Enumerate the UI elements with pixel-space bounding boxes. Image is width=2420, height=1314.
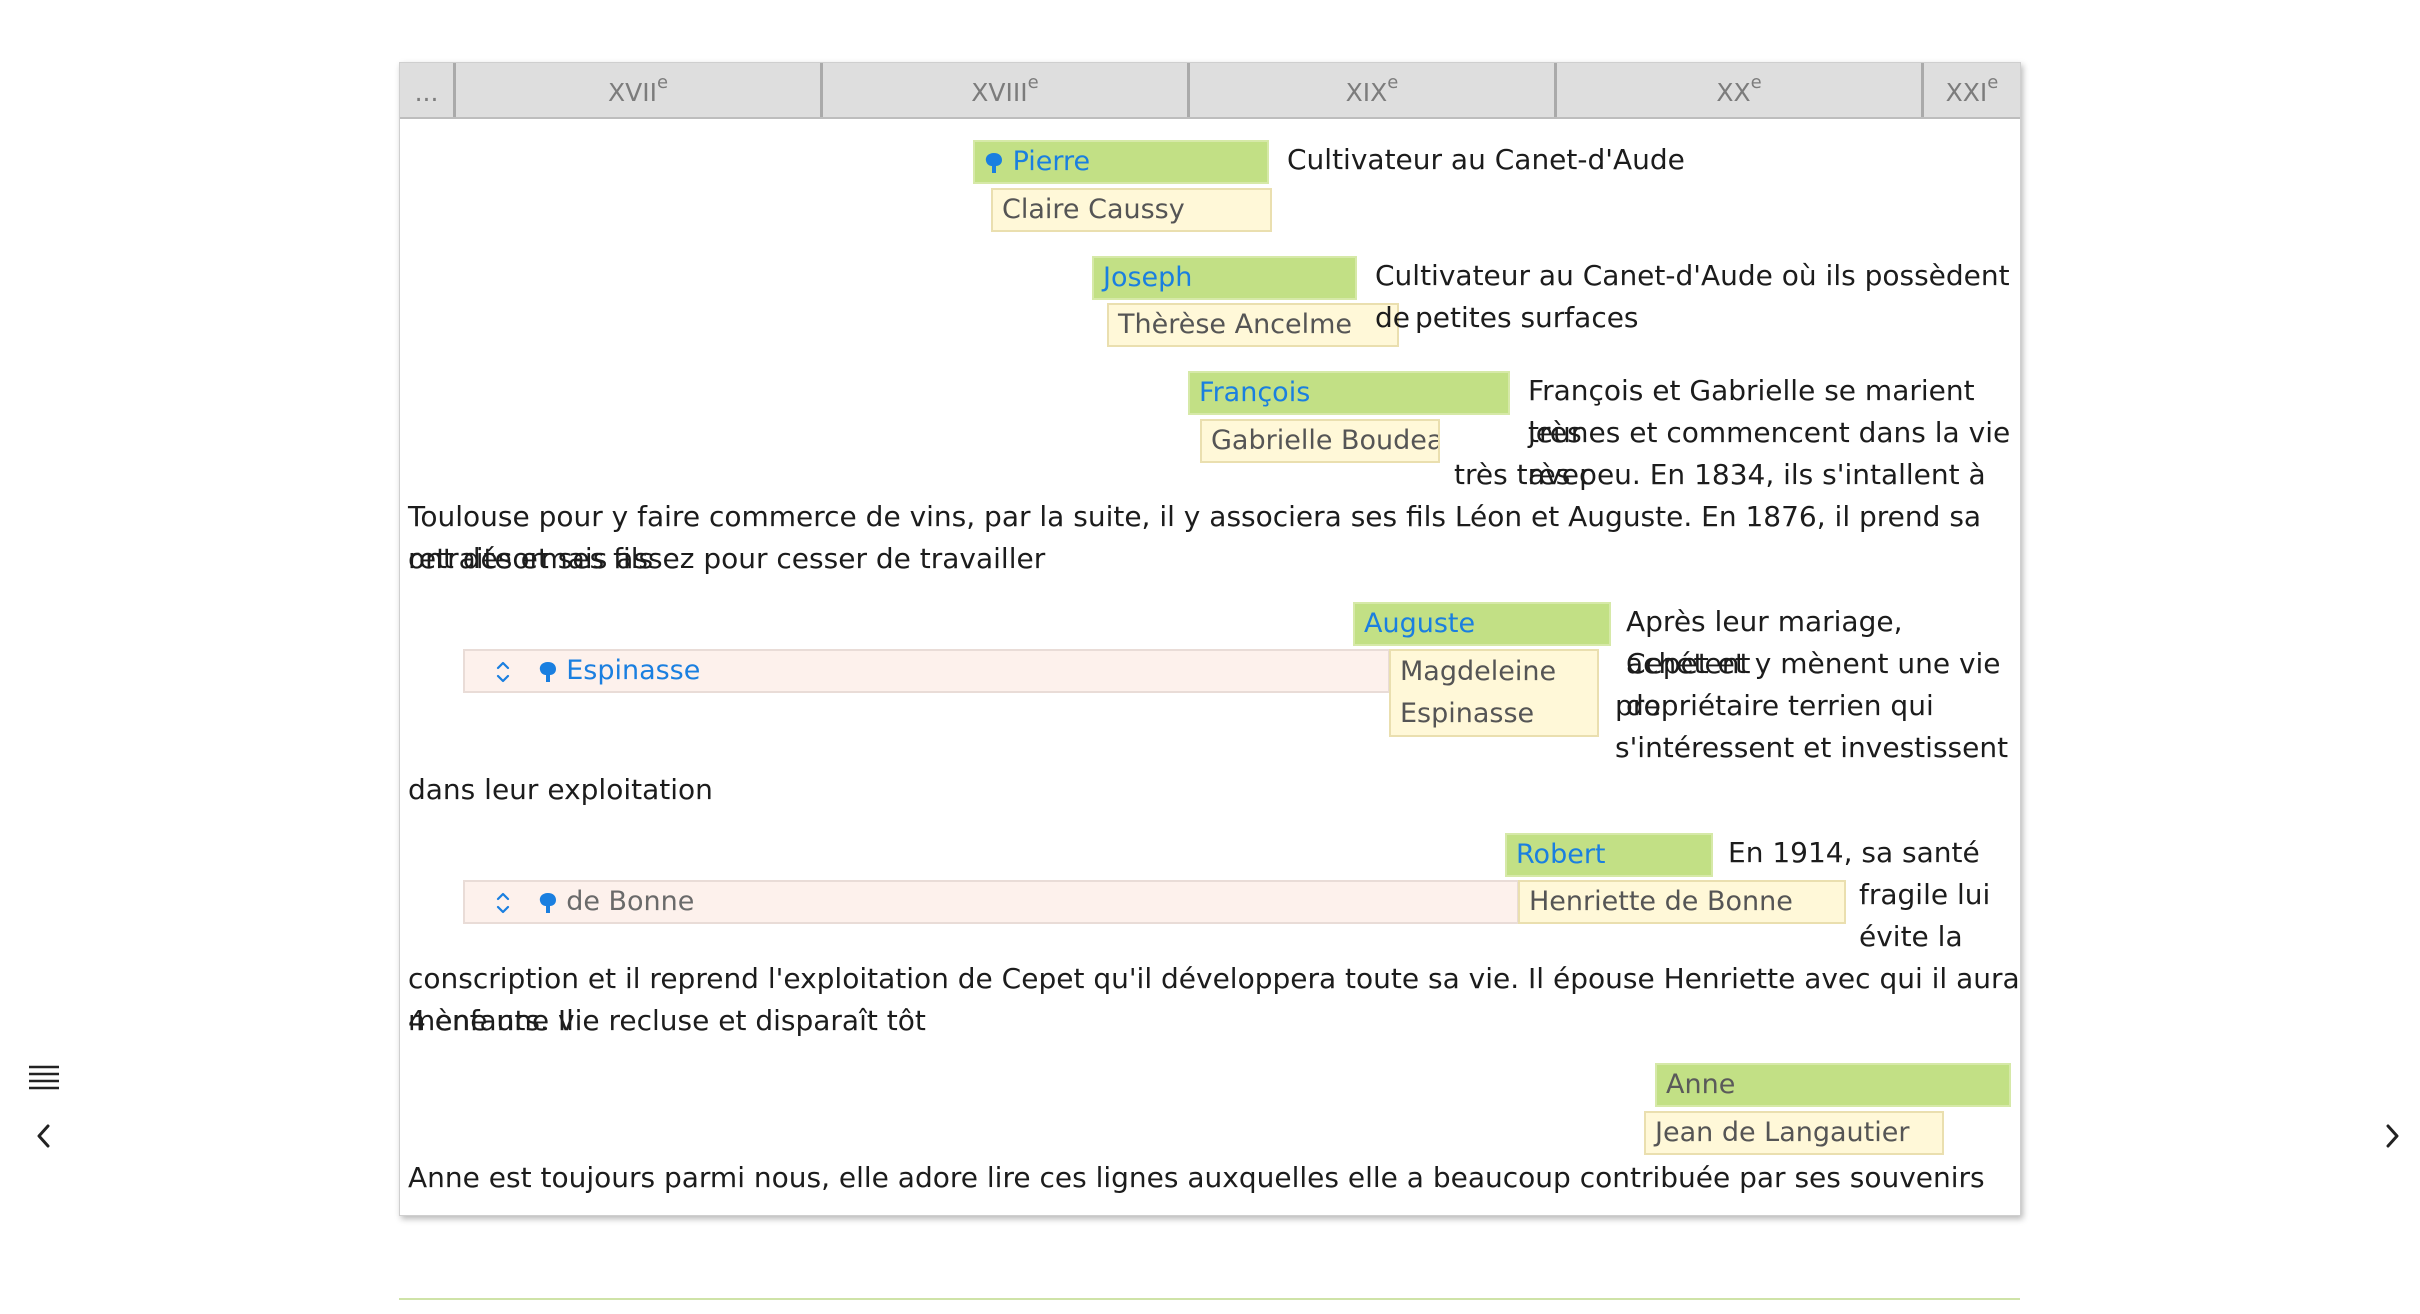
spouse-therese-ancelme: Thèrèse Ancelme bbox=[1107, 303, 1399, 347]
spouse-claire-caussy: Claire Caussy bbox=[991, 188, 1272, 232]
person-joseph[interactable]: Joseph bbox=[1092, 256, 1357, 300]
spouse-gabrielle-boudeau: Gabrielle Boudeau bbox=[1200, 419, 1440, 463]
tree-icon bbox=[539, 892, 556, 913]
robert-description-1: En 1914, sa santé bbox=[1728, 836, 1980, 869]
expand-collapse-icon[interactable] bbox=[493, 889, 513, 917]
francois-description-3: très très peu. En 1834, ils s'intallent … bbox=[1454, 458, 1986, 491]
auguste-description-4: s'intéressent et investissent bbox=[1615, 731, 2009, 764]
tree-icon bbox=[985, 152, 1002, 173]
century-xx[interactable]: XXe bbox=[1554, 63, 1921, 117]
timeline-earlier[interactable]: ... bbox=[400, 63, 453, 117]
robert-description-2: fragile lui bbox=[1859, 878, 1991, 911]
person-anne[interactable]: Anne bbox=[1655, 1063, 2011, 1107]
auguste-description-3: propriétaire terrien qui bbox=[1615, 689, 1934, 722]
joseph-description-2: petites surfaces bbox=[1415, 301, 1639, 334]
spouse-henriette-de-bonne: Henriette de Bonne bbox=[1518, 880, 1846, 924]
pierre-description: Cultivateur au Canet-d'Aude bbox=[1287, 143, 1685, 176]
auguste-description-5: dans leur exploitation bbox=[408, 773, 713, 806]
family-espinasse[interactable]: Espinasse bbox=[463, 649, 1390, 693]
person-robert[interactable]: Robert bbox=[1505, 833, 1713, 877]
person-auguste[interactable]: Auguste bbox=[1353, 602, 1611, 646]
robert-description-3: évite la bbox=[1859, 920, 1963, 953]
century-timeline: ... XVIIe XVIIIe XIXe XXe XXIe bbox=[400, 63, 2020, 119]
century-xix[interactable]: XIXe bbox=[1187, 63, 1554, 117]
spouse-jean-de-langautier: Jean de Langautier bbox=[1644, 1111, 1944, 1155]
spouse-magdeleine-espinasse: Magdeleine Espinasse bbox=[1389, 649, 1599, 737]
menu-icon[interactable] bbox=[28, 1063, 60, 1095]
century-xviii[interactable]: XVIIIe bbox=[820, 63, 1187, 117]
anne-description: Anne est toujours parmi nous, elle adore… bbox=[408, 1161, 1985, 1194]
tree-icon bbox=[539, 661, 556, 682]
person-pierre[interactable]: Pierre bbox=[973, 140, 1269, 184]
family-de-bonne[interactable]: de Bonne bbox=[463, 880, 1519, 924]
expand-collapse-icon[interactable] bbox=[493, 658, 513, 686]
chevron-right-icon[interactable] bbox=[2382, 1122, 2402, 1154]
chevron-left-icon[interactable] bbox=[34, 1122, 54, 1154]
robert-description-5: mène une vie recluse et disparaît tôt bbox=[408, 1004, 926, 1037]
person-francois[interactable]: François bbox=[1188, 371, 1510, 415]
century-xxi[interactable]: XXIe bbox=[1921, 63, 2020, 117]
bottom-separator bbox=[399, 1298, 2020, 1300]
century-xvii[interactable]: XVIIe bbox=[453, 63, 820, 117]
francois-description-5: ont désormais assez pour cesser de trava… bbox=[408, 542, 1046, 575]
genealogy-panel: ... XVIIe XVIIIe XIXe XXe XXIe Pierre Cl… bbox=[399, 62, 2021, 1216]
